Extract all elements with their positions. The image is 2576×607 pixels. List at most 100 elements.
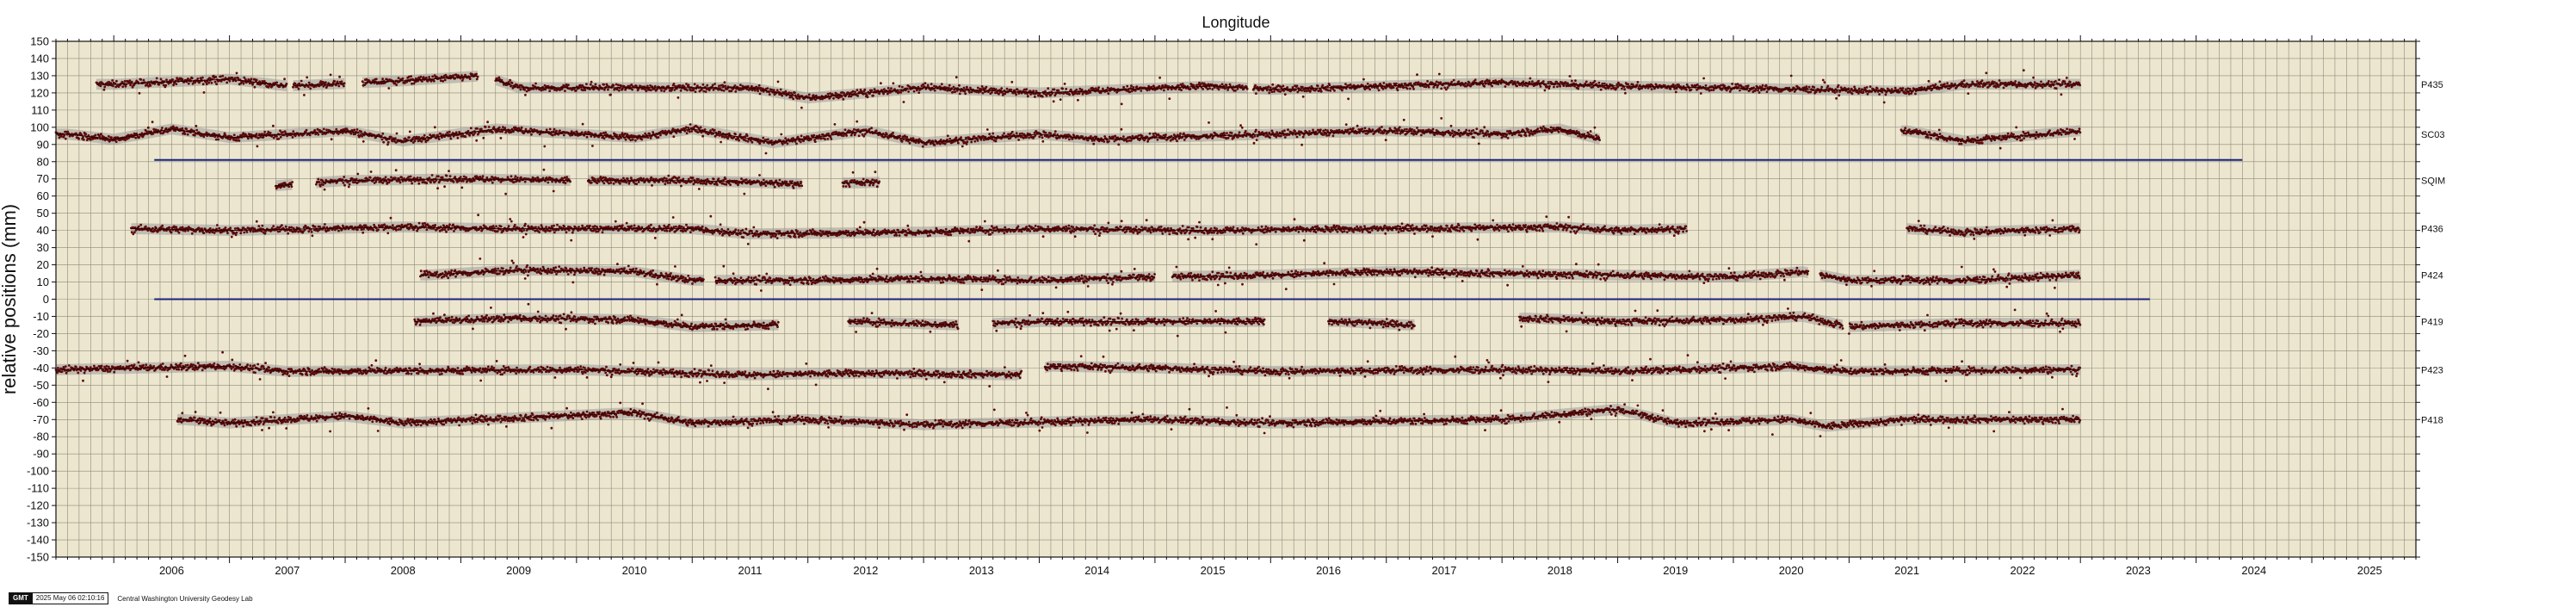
- data-point: [476, 127, 479, 130]
- data-point: [719, 131, 722, 134]
- data-point: [653, 84, 657, 88]
- data-point: [718, 134, 721, 137]
- data-point: [1324, 128, 1327, 132]
- data-point: [1041, 139, 1045, 143]
- data-point: [856, 128, 860, 132]
- data-point: [674, 128, 676, 132]
- data-point: [183, 133, 187, 136]
- data-point: [238, 139, 241, 142]
- data-point: [553, 133, 557, 136]
- data-point: [1371, 128, 1374, 132]
- data-point: [524, 93, 527, 96]
- data-point: [139, 78, 143, 81]
- data-point: [1189, 87, 1192, 90]
- data-point: [1927, 79, 1930, 83]
- data-point: [1914, 92, 1917, 96]
- data-point: [100, 133, 102, 136]
- data-point: [1400, 83, 1404, 86]
- data-point: [964, 92, 967, 96]
- data-point: [1363, 127, 1367, 130]
- data-point: [309, 87, 312, 90]
- data-point: [1107, 92, 1110, 95]
- data-point: [870, 127, 873, 130]
- data-point: [1108, 139, 1110, 143]
- data-point: [201, 83, 205, 86]
- data-point: [640, 138, 644, 141]
- data-point: [165, 78, 168, 81]
- data-point: [2060, 93, 2063, 96]
- data-point: [1000, 87, 1004, 90]
- data-point: [1389, 83, 1393, 86]
- data-point: [924, 82, 927, 84]
- data-point: [236, 139, 238, 142]
- data-point: [1126, 139, 1128, 143]
- data-point: [475, 72, 478, 76]
- data-point: [646, 136, 650, 139]
- data-point: [277, 137, 281, 140]
- data-point: [663, 90, 666, 93]
- data-point: [842, 97, 845, 101]
- data-point: [1305, 90, 1308, 93]
- data-point: [523, 88, 526, 91]
- data-point: [779, 88, 782, 91]
- data-point: [1132, 86, 1135, 89]
- data-point: [1326, 89, 1330, 92]
- data-point: [355, 128, 359, 131]
- data-point: [585, 83, 588, 85]
- data-point: [1760, 89, 1763, 92]
- data-point: [1994, 85, 1998, 89]
- data-point: [2063, 80, 2066, 84]
- data-point: [1333, 89, 1336, 92]
- data-point: [407, 75, 411, 78]
- data-point: [1164, 133, 1167, 136]
- data-point: [423, 133, 426, 137]
- data-point: [1976, 84, 1980, 88]
- data-point: [1361, 127, 1364, 131]
- data-point: [89, 139, 92, 141]
- data-point: [811, 97, 813, 101]
- data-point: [202, 91, 206, 94]
- data-point: [908, 141, 911, 145]
- data-point: [898, 84, 901, 88]
- data-point: [759, 86, 763, 90]
- data-point: [201, 76, 204, 79]
- data-point: [1731, 83, 1733, 85]
- data-point: [374, 77, 378, 81]
- data-point: [1222, 131, 1226, 134]
- data-point: [721, 84, 725, 88]
- data-point: [1710, 89, 1713, 91]
- data-point: [2041, 86, 2044, 89]
- data-point: [1402, 118, 1405, 121]
- data-point: [1504, 85, 1507, 88]
- data-point: [713, 128, 716, 132]
- data-point: [657, 136, 660, 139]
- data-point: [1226, 89, 1229, 91]
- data-point: [866, 96, 869, 99]
- data-point: [965, 143, 968, 146]
- data-point: [1826, 84, 1830, 88]
- data-point: [824, 138, 826, 141]
- data-point: [553, 127, 556, 131]
- data-point: [2022, 69, 2025, 71]
- data-point: [1226, 136, 1230, 139]
- data-point: [1069, 88, 1072, 91]
- data-point: [1090, 135, 1092, 138]
- data-point: [1394, 132, 1397, 134]
- data-point: [1026, 95, 1029, 98]
- data-point: [1777, 90, 1781, 93]
- data-point: [954, 136, 958, 139]
- data-point: [1412, 87, 1415, 90]
- data-point: [509, 78, 512, 82]
- data-point: [305, 128, 308, 132]
- data-point: [1090, 139, 1094, 142]
- data-point: [1929, 84, 1932, 88]
- data-point: [269, 132, 272, 134]
- data-point: [874, 129, 878, 133]
- data-point: [1022, 136, 1025, 139]
- data-point: [720, 140, 722, 144]
- data-point: [685, 83, 688, 85]
- data-point: [1163, 89, 1165, 92]
- data-point: [123, 80, 127, 83]
- data-point: [1446, 86, 1449, 90]
- data-point: [60, 135, 63, 138]
